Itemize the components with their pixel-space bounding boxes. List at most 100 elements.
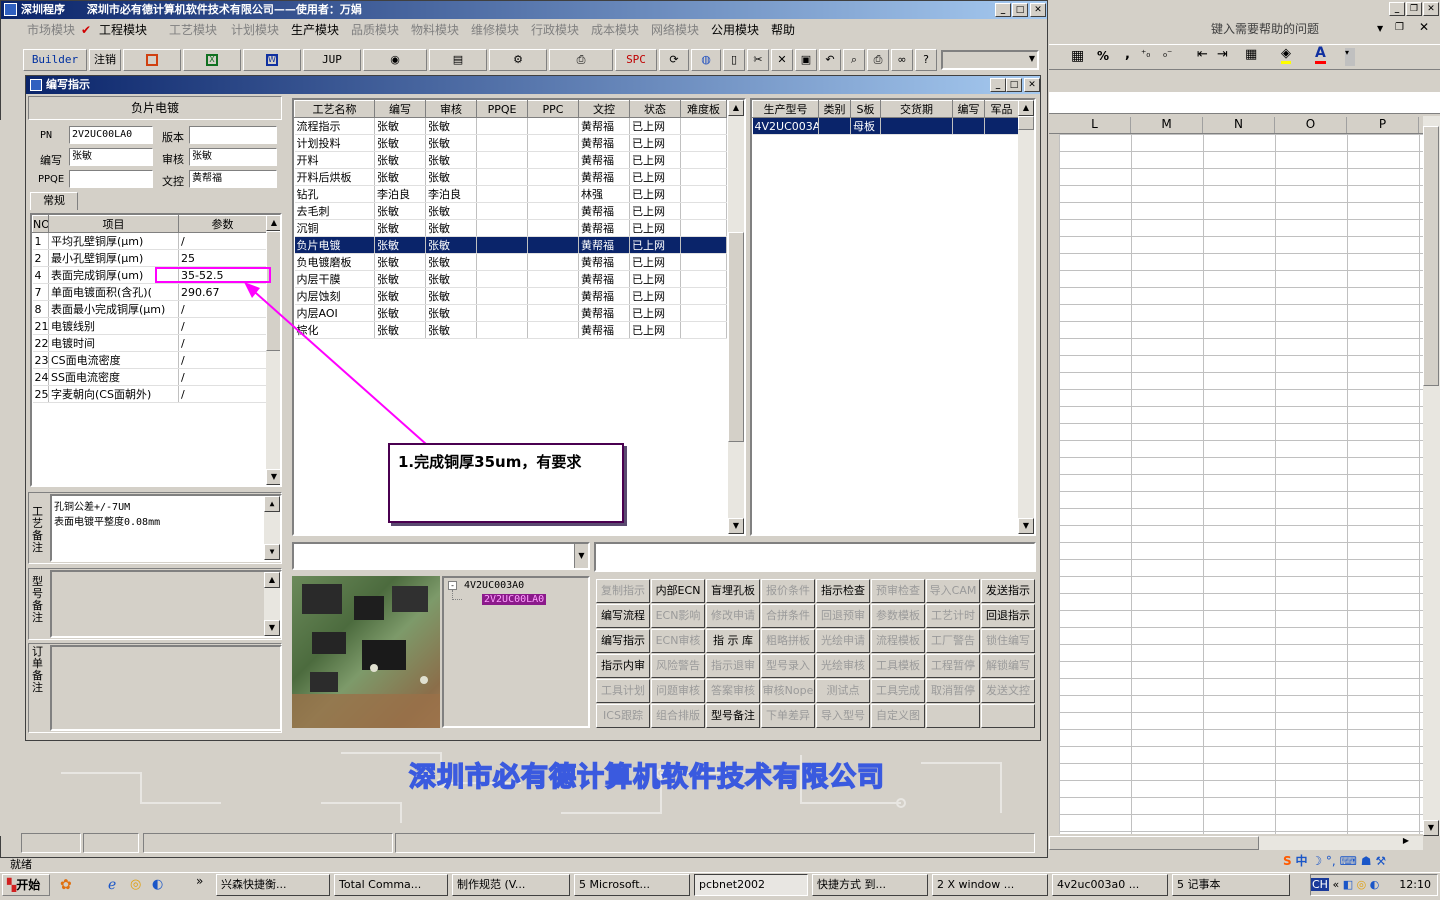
excel-grid[interactable] [1059,134,1423,834]
excel-column-header-P[interactable]: P [1347,117,1419,133]
action-button-3-6[interactable]: 工程暂停 [926,654,980,678]
close-button[interactable]: ✕ [1030,3,1046,17]
menu-item-10[interactable]: 网络模块 [651,21,699,39]
action-button-5-2[interactable]: 型号备注 [706,704,760,728]
process-row[interactable]: 开料后烘板 张敏 张敏 黄帮福 已上网 [294,168,727,186]
action-button-4-7[interactable]: 发送文控 [981,679,1035,703]
params-header-1[interactable]: 项目 [48,215,179,233]
action-button-5-1[interactable]: 组合排版 [651,704,705,728]
excel-column-header-M[interactable]: M [1131,117,1203,133]
print-icon[interactable]: ⎙ [867,49,889,71]
doc-close-icon[interactable]: ✕ [1419,20,1429,34]
printer-icon[interactable]: ⎙ [549,49,613,71]
excel-vscroll[interactable]: ▼ [1423,116,1440,836]
model-header-1[interactable]: 类别 [818,100,851,118]
excel-restore-button[interactable]: ❐ [1406,2,1422,16]
reviewer-field[interactable]: 张敏 [189,148,277,166]
model-header-2[interactable]: S板 [850,100,881,118]
model-notes-scrollbar[interactable]: ▲ ▼ [264,572,280,636]
excel-minimize-button[interactable]: _ [1389,2,1405,16]
action-button-1-7[interactable]: 回退指示 [981,604,1035,628]
font-color-icon[interactable]: A [1315,45,1326,64]
excel-column-header-N[interactable]: N [1203,117,1275,133]
delete-icon[interactable]: ✕ [771,49,793,71]
menu-item-0[interactable]: 市场模块 [27,21,75,39]
action-button-0-1[interactable]: 内部ECN [651,579,705,603]
process-header-0[interactable]: 工艺名称 [294,100,375,118]
dialog-close-button[interactable]: ✕ [1024,78,1040,92]
action-button-4-2[interactable]: 答案审核 [706,679,760,703]
action-button-2-6[interactable]: 工厂警告 [926,629,980,653]
eye-icon[interactable]: ◉ [363,49,427,71]
excel-hscroll[interactable]: ▶ [1049,836,1423,850]
word-icon[interactable]: W [243,49,301,71]
action-button-1-2[interactable]: 修改申请 [706,604,760,628]
increase-indent-icon[interactable]: ⇥ [1217,47,1228,62]
process-row[interactable]: 开料 张敏 张敏 黄帮福 已上网 [294,151,727,169]
logout-button[interactable]: 注销 [89,49,121,71]
action-button-3-1[interactable]: 风险警告 [651,654,705,678]
tray-icon-1[interactable]: ◧ [1343,878,1353,891]
scroll-thumb[interactable] [1049,836,1259,850]
action-button-5-6[interactable] [926,704,980,728]
quicklaunch-icon-3[interactable]: ◐ [152,877,163,892]
taskbar-item-3[interactable]: 5 Microsoft... [574,874,690,896]
excel-formula-bar[interactable] [1049,92,1440,114]
params-header-2[interactable]: 参数 [178,215,267,233]
tree-root[interactable]: 4V2UC003A0 [464,580,524,591]
scroll-up-icon[interactable]: ▲ [728,100,744,116]
model-header-5[interactable]: 军品 [984,100,1019,118]
doc-restore-icon[interactable]: ❐ [1395,22,1404,33]
process-header-3[interactable]: PPQE [476,100,528,118]
save-icon[interactable]: ▣ [795,49,817,71]
menu-item-3[interactable]: 计划模块 [231,21,279,39]
model-notes-text[interactable]: ▲ ▼ [50,570,282,638]
builder-button[interactable]: Builder [23,49,87,71]
action-button-3-7[interactable]: 解锁编写 [981,654,1035,678]
binoculars-icon[interactable]: ∞ [891,49,913,71]
menu-item-4[interactable]: 生产模块 [291,21,339,39]
process-header-5[interactable]: 文控 [578,100,630,118]
action-button-4-5[interactable]: 工具完成 [871,679,925,703]
action-button-0-2[interactable]: 盲埋孔板 [706,579,760,603]
maximize-button[interactable]: □ [1012,3,1028,17]
process-header-2[interactable]: 审核 [425,100,477,118]
quicklaunch-icon-2[interactable]: ◎ [130,877,141,892]
taskbar-item-5[interactable]: 快捷方式 到... [812,874,928,896]
taskbar-item-6[interactable]: 2 X window ... [932,874,1048,896]
excel-column-header-O[interactable]: O [1275,117,1347,133]
taskbar-item-2[interactable]: 制作规范 (V... [452,874,570,896]
menu-item-7[interactable]: 维修模块 [471,21,519,39]
menu-item-9[interactable]: 成本模块 [591,21,639,39]
order-notes-text[interactable] [50,645,282,731]
fill-color-icon[interactable]: ◈ [1281,46,1291,64]
action-button-4-1[interactable]: 问题审核 [651,679,705,703]
process-row[interactable]: 沉铜 张敏 张敏 黄帮福 已上网 [294,219,727,237]
excel-icon[interactable]: X [183,49,241,71]
action-button-2-5[interactable]: 流程模板 [871,629,925,653]
dialog-minimize-button[interactable]: _ [990,78,1006,92]
decrease-indent-icon[interactable]: ⇤ [1197,47,1208,62]
globe-icon[interactable]: ◍ [691,49,721,71]
action-button-2-7[interactable]: 锁住编写 [981,629,1035,653]
ppqe-field[interactable] [69,170,153,188]
taskbar-item-0[interactable]: 兴森快捷衡... [216,874,330,896]
action-button-5-5[interactable]: 自定义图 [871,704,925,728]
scroll-up-icon[interactable]: ▲ [264,496,280,512]
scroll-down-icon[interactable]: ▼ [264,544,280,560]
action-button-5-0[interactable]: ICS跟踪 [596,704,650,728]
process-notes-text[interactable]: 孔铜公差+/-7UM 表面电镀平整度0.08mm ▲ ▼ [50,494,282,562]
scroll-down-icon[interactable]: ▼ [728,518,744,534]
start-button[interactable]: ▚开始 [2,874,50,896]
model-scrollbar[interactable]: ▲ ▼ [1018,100,1034,534]
process-header-1[interactable]: 编写 [374,100,426,118]
scroll-down-icon[interactable]: ▼ [264,620,280,636]
tree-collapse-icon[interactable]: - [448,581,457,590]
action-button-3-4[interactable]: 光绘审核 [816,654,870,678]
scroll-down-icon[interactable]: ▼ [1423,820,1439,836]
action-button-1-3[interactable]: 合拼条件 [761,604,815,628]
action-button-1-4[interactable]: 回退预审 [816,604,870,628]
action-button-0-3[interactable]: 报价条件 [761,579,815,603]
process-row[interactable]: 去毛刺 张敏 张敏 黄帮福 已上网 [294,202,727,220]
menu-item-8[interactable]: 行政模块 [531,21,579,39]
